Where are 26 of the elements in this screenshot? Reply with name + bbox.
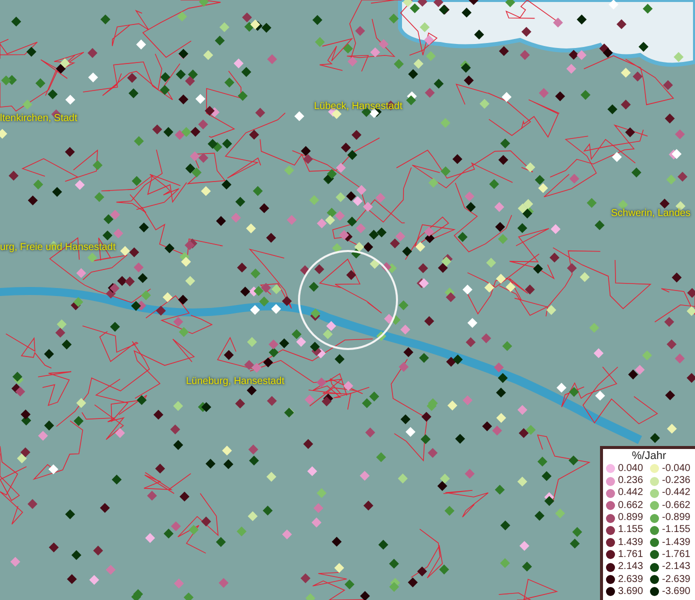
legend-value: -1.439 [662,538,690,548]
legend-value: 2.639 [618,574,644,585]
legend-value: -0.662 [662,500,690,511]
legend-title: %/Jahr [630,450,668,463]
city-label: Schwerin, Landes [611,209,690,219]
legend-value: 0.899 [618,513,644,524]
legend-value: 1.439 [618,538,644,548]
legend-value: -1.155 [662,525,690,536]
legend-value: -3.690 [662,586,690,597]
legend-value: -0.040 [662,464,690,474]
legend-value: 0.662 [618,500,644,511]
legend-value: 0.236 [618,476,644,486]
legend-value: 2.143 [618,562,644,572]
city-label: Lüneburg, Hansestadt [186,377,284,387]
legend-value: -2.639 [662,574,690,585]
legend-value: 3.690 [618,586,644,597]
legend-value: -1.761 [662,550,690,560]
legend-value: 0.040 [618,464,644,474]
legend-value: -0.442 [662,488,690,498]
city-label: ltenkirchen, Stadt [0,114,78,124]
legend-value: 0.442 [618,488,644,498]
legend-value: 1.761 [618,550,644,560]
legend-value: -0.236 [662,476,690,486]
legend-value: -2.143 [662,562,690,572]
legend-value: -0.899 [662,513,690,524]
legend-value: 1.155 [618,525,644,536]
